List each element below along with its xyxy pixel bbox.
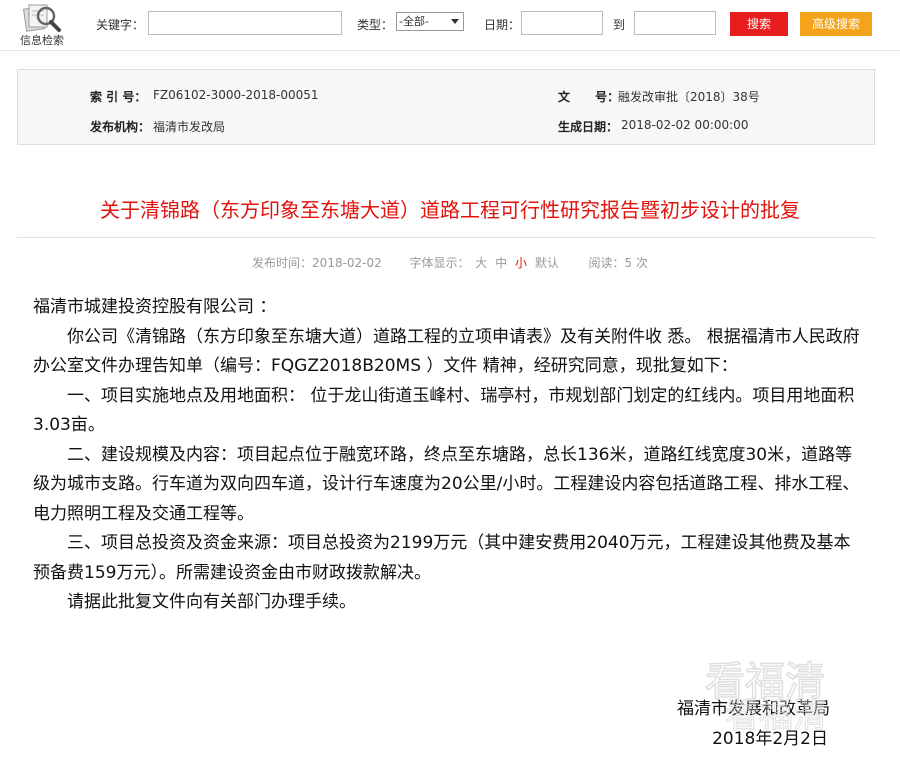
to-label: 到 [613,18,626,32]
sign-date: 2018年2月2日 [712,729,828,749]
type-select[interactable]: -全部- [396,12,464,31]
body-paragraph: 请据此批复文件向有关部门办理手续。 [67,592,356,612]
body-paragraph: 你公司《清锦路（东方印象至东塘大道）道路工程的立项申请表》及有关附件收 悉。 根… [33,326,860,377]
docno-value: 融发改审批〔2018〕38号 [618,90,760,104]
info-search-logo[interactable]: 信息检索 [12,2,70,47]
font-size-label: 字体显示： [409,256,470,270]
date-to-input[interactable] [634,11,716,35]
font-size-medium[interactable]: 中 [495,256,507,270]
article-body: 福清市城建投资控股有限公司 ： 你公司《清锦路（东方印象至东塘大道）道路工程的立… [33,293,863,618]
page-title: 关于清锦路（东方印象至东塘大道）道路工程可行性研究报告暨初步设计的批复 [100,198,800,222]
addressee: 福清市城建投资控股有限公司 ： [33,297,277,317]
font-size-large[interactable]: 大 [475,256,487,270]
keyword-label: 关键字： [96,18,145,32]
logo-label: 信息检索 [20,34,64,47]
generated-date-value: 2018-02-02 00:00:00 [621,118,749,132]
publisher-value: 福清市发改局 [153,120,226,134]
body-paragraph: 一、项目实施地点及用地面积： 位于龙山街道玉峰村、瑞亭村，市规划部门划定的红线内… [33,385,855,436]
chevron-down-icon [451,19,459,24]
read-count: 阅读：5 次 [588,256,648,270]
body-paragraph: 三、项目总投资及资金来源：项目总投资为2199万元（其中建安费用2040万元，工… [33,533,851,583]
index-label: 索 引 号： [90,90,147,104]
index-value: FZ06102-3000-2018-00051 [153,88,319,102]
type-label: 类型： [357,18,394,32]
magnifier-icon [22,4,61,32]
keyword-input[interactable] [148,11,342,35]
font-size-default[interactable]: 默认 [535,256,559,270]
publisher-label: 发布机构： [90,120,151,134]
document-meta-box: 索 引 号： FZ06102-3000-2018-00051 文 号： 融发改审… [17,69,875,145]
search-bar: 信息检索 关键字： 类型： -全部- 日期： 到 搜索 高级搜索 [0,0,900,51]
article-info-line: 发布时间：2018-02-02 字体显示： 大 中 小 默认 阅读：5 次 [0,254,900,271]
signature: 福清市发展和改革局 [677,699,830,719]
date-label: 日期： [484,18,521,32]
publish-time: 发布时间：2018-02-02 [252,256,382,270]
docno-label: 文 号： [558,90,620,104]
search-button[interactable]: 搜索 [730,12,788,36]
body-paragraph: 二、建设规模及内容：项目起点位于融宽环路，终点至东塘路，总长136米，道路红线宽… [33,444,860,524]
type-selected-value: -全部- [399,15,429,28]
font-size-small[interactable]: 小 [515,256,527,270]
title-divider [17,237,875,238]
generated-date-label: 生成日期： [558,120,619,134]
date-from-input[interactable] [521,11,603,35]
advanced-search-button[interactable]: 高级搜索 [800,12,872,36]
